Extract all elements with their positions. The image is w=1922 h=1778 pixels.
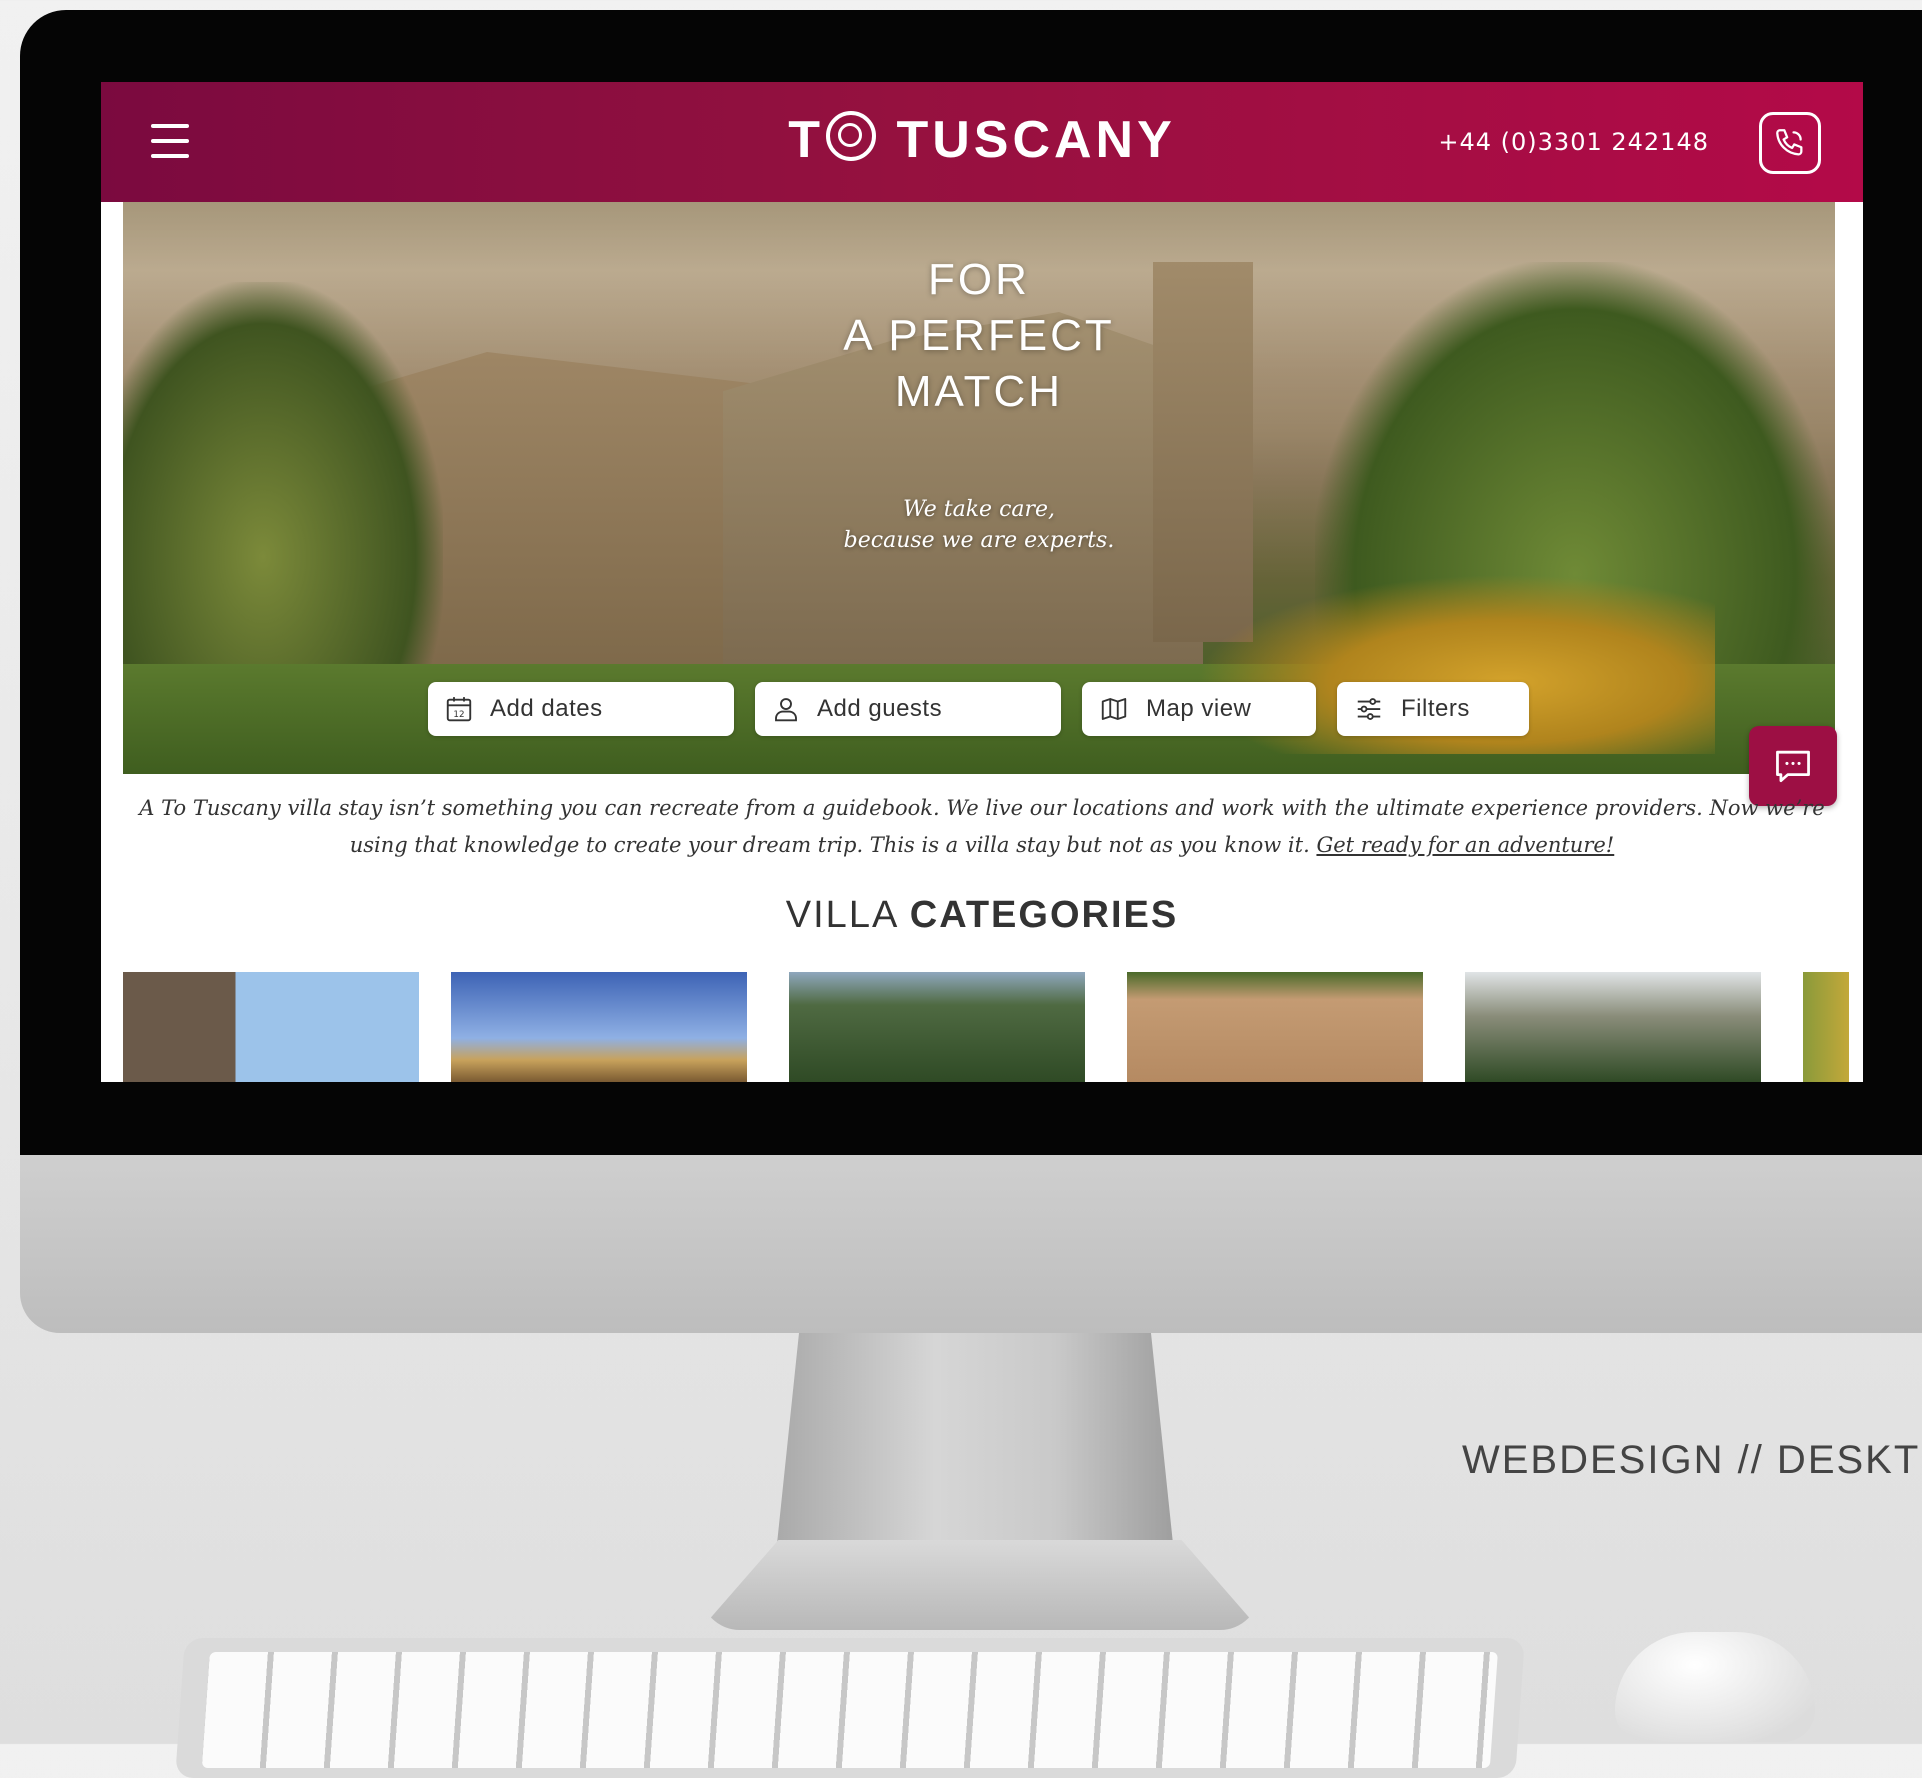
chat-icon — [1776, 750, 1810, 783]
map-view-button[interactable]: Map view — [1082, 682, 1316, 736]
monitor-stand-foot — [700, 1540, 1260, 1630]
villa-categories-title: VILLA CATEGORIES — [101, 894, 1863, 937]
website-screen: T TUSCANY +44 (0)3301 242148 FOR A PERFE… — [101, 82, 1863, 1082]
mouse — [1615, 1632, 1815, 1742]
category-card[interactable] — [123, 972, 419, 1082]
add-dates-label: Add dates — [490, 695, 603, 722]
villa-categories-carousel — [123, 972, 1863, 1082]
add-dates-button[interactable]: 12 Add dates — [428, 682, 734, 736]
search-bar: 12 Add dates Add guests Map view Filters — [101, 682, 1863, 738]
category-card[interactable] — [789, 972, 1085, 1082]
phone-number[interactable]: +44 (0)3301 242148 — [1438, 128, 1709, 156]
sliders-icon — [1357, 698, 1381, 720]
monitor-stand — [775, 1333, 1175, 1563]
category-card[interactable] — [451, 972, 747, 1082]
keyboard-keys — [201, 1652, 1498, 1768]
calendar-icon-day: 12 — [453, 710, 464, 720]
category-card[interactable] — [1465, 972, 1761, 1082]
section-title-bold: CATEGORIES — [909, 894, 1179, 936]
add-guests-label: Add guests — [817, 695, 943, 722]
map-icon — [1101, 698, 1127, 720]
calendar-icon: 12 — [446, 697, 472, 722]
logo-circle-icon — [825, 111, 876, 161]
filters-label: Filters — [1401, 695, 1470, 722]
logo-suffix: TUSCANY — [896, 111, 1176, 169]
filters-button[interactable]: Filters — [1337, 682, 1529, 736]
logo-prefix: T — [788, 111, 824, 169]
site-header: T TUSCANY +44 (0)3301 242148 — [101, 82, 1863, 202]
section-title-light: VILLA — [785, 894, 898, 936]
monitor-chin — [20, 1155, 1922, 1333]
hero-subtitle: We take care, because we are experts. — [843, 497, 1115, 553]
phone-icon — [1776, 129, 1803, 156]
keyboard — [175, 1638, 1525, 1778]
adventure-link[interactable]: Get ready for an adventure! — [1316, 833, 1614, 857]
add-guests-button[interactable]: Add guests — [755, 682, 1061, 736]
user-icon — [775, 698, 797, 722]
map-view-label: Map view — [1146, 695, 1252, 722]
intro-paragraph: A To Tuscany villa stay isn’t something … — [121, 790, 1843, 864]
category-card[interactable] — [1803, 972, 1849, 1082]
category-card[interactable] — [1127, 972, 1423, 1082]
webdesign-caption: WEBDESIGN // DESKT — [1462, 1438, 1921, 1482]
phone-button[interactable] — [1759, 112, 1821, 174]
hero-title: FOR A PERFECT MATCH — [843, 255, 1115, 416]
